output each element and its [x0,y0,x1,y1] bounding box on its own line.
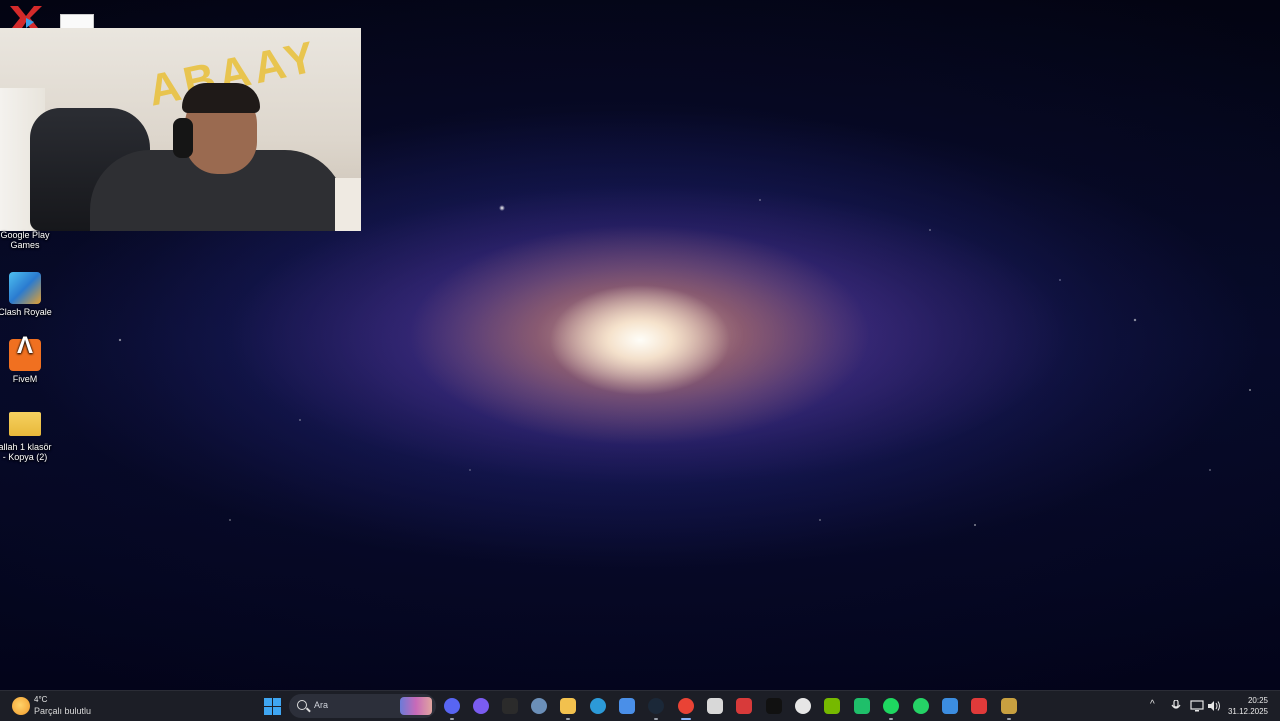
taskbar: 4°C Parçalı bulutlu Ara ^ 20:25 31.12.20… [0,690,1280,721]
recorder-icon[interactable] [971,698,987,714]
capcut-icon[interactable] [766,698,782,714]
red-app-icon[interactable] [736,698,752,714]
partly-cloudy-icon [12,697,30,715]
weather-temperature: 4°C [34,695,48,704]
taskbar-search[interactable]: Ara [289,694,436,718]
discord-icon[interactable] [444,698,460,720]
nvidia-icon[interactable] [824,698,840,714]
microphone-icon[interactable] [1171,700,1181,712]
copilot-icon[interactable] [473,698,489,714]
chatgpt-icon[interactable] [795,698,811,714]
clock-date: 31.12.2025 [1227,707,1268,716]
settings-icon[interactable] [531,698,547,714]
desktop-icon-clash-royale[interactable]: Clash Royale [0,272,52,317]
fivem-icon [9,339,41,371]
desktop-icon-google-play-games[interactable]: Google Play Games [0,230,52,250]
chrome-icon[interactable] [678,698,694,720]
search-highlight-image [400,697,432,715]
whatsapp-icon[interactable] [913,698,929,714]
network-icon[interactable] [1190,700,1204,712]
epic-games-icon[interactable] [502,698,518,714]
desktop-icon-label: Clash Royale [0,307,52,317]
desktop-icon-label: Google Play Games [0,230,50,250]
desktop-icon-label: allah 1 klasör - Kopya (2) [0,442,52,462]
show-hidden-icons-chevron-icon[interactable]: ^ [1150,699,1155,711]
image-app-icon[interactable] [942,698,958,714]
desktop-icon-label: FiveM [12,374,38,384]
windows-logo-icon [264,698,272,706]
search-icon [297,700,307,710]
volume-icon[interactable] [1207,700,1221,712]
desktop-icon-fivem[interactable]: FiveM [0,339,52,384]
shelf [335,178,361,231]
system-clock[interactable]: 20:25 31.12.2025 [1228,695,1268,717]
mail-icon[interactable] [707,698,723,714]
headset [173,118,193,158]
edge-icon[interactable] [590,698,606,714]
clash-royale-icon [9,272,41,304]
steam-icon[interactable] [648,698,664,720]
paint-brush-icon[interactable] [1001,698,1017,720]
clock-time: 20:25 [1247,696,1268,705]
spotify-icon[interactable] [883,698,899,720]
search-placeholder: Ara [314,700,329,710]
android-app-icon[interactable] [854,698,870,714]
store-icon[interactable] [619,698,635,714]
app-logo-icon[interactable] [8,4,42,28]
person-hair [182,83,260,113]
start-button[interactable] [264,698,281,715]
weather-condition: Parçalı bulutlu [34,706,92,716]
folder-icon [9,412,41,436]
webcam-overlay: ABAAY [0,28,361,231]
file-explorer-icon[interactable] [560,698,576,720]
desktop-icon-folder[interactable]: allah 1 klasör - Kopya (2) [0,407,52,462]
